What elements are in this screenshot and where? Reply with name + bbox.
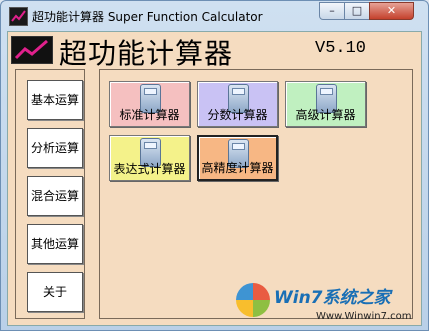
sidebar-item-about[interactable]: 关于 [27, 272, 83, 312]
calc-button-label: 高级计算器 [295, 108, 356, 122]
sidebar-item-basic[interactable]: 基本运算 [27, 80, 83, 120]
chart-logo-icon [11, 36, 53, 64]
advanced-calculator-button[interactable]: 高级计算器 [285, 81, 366, 127]
watermark-brand: Win7系统之家 [274, 288, 391, 308]
sidebar-item-other[interactable]: 其他运算 [27, 224, 83, 264]
minimize-button[interactable]: – [319, 2, 345, 20]
page-title: 超功能计算器 [59, 37, 234, 70]
expression-calculator-button[interactable]: 表达式计算器 [109, 135, 190, 181]
fraction-calculator-button[interactable]: 分数计算器 [197, 81, 278, 127]
high-precision-calculator-button[interactable]: 高精度计算器 [197, 135, 278, 181]
close-button[interactable]: ✕ [369, 2, 414, 20]
maximize-button[interactable]: □ [344, 2, 370, 20]
calc-button-label: 标准计算器 [119, 108, 180, 122]
version-label: V5.10 [315, 39, 367, 58]
sidebar-item-mixed[interactable]: 混合运算 [27, 176, 83, 216]
calc-button-label: 表达式计算器 [113, 162, 186, 176]
sidebar: 基本运算 分析运算 混合运算 其他运算 关于 [15, 69, 85, 319]
title-bar[interactable]: 超功能计算器 Super Function Calculator – □ ✕ [1, 1, 428, 31]
calc-button-label: 分数计算器 [207, 108, 268, 122]
sidebar-item-analysis[interactable]: 分析运算 [27, 128, 83, 168]
window-title: 超功能计算器 Super Function Calculator [32, 10, 263, 24]
calc-button-label: 高精度计算器 [201, 161, 274, 175]
watermark: Win7系统之家 Www.Winwin7.com [236, 281, 426, 329]
standard-calculator-button[interactable]: 标准计算器 [109, 81, 190, 127]
windows-logo-icon [236, 283, 270, 317]
watermark-url: Www.Winwin7.com [316, 311, 412, 322]
app-icon[interactable] [9, 7, 28, 26]
app-window: 超功能计算器 Super Function Calculator – □ ✕ 超… [0, 0, 429, 331]
